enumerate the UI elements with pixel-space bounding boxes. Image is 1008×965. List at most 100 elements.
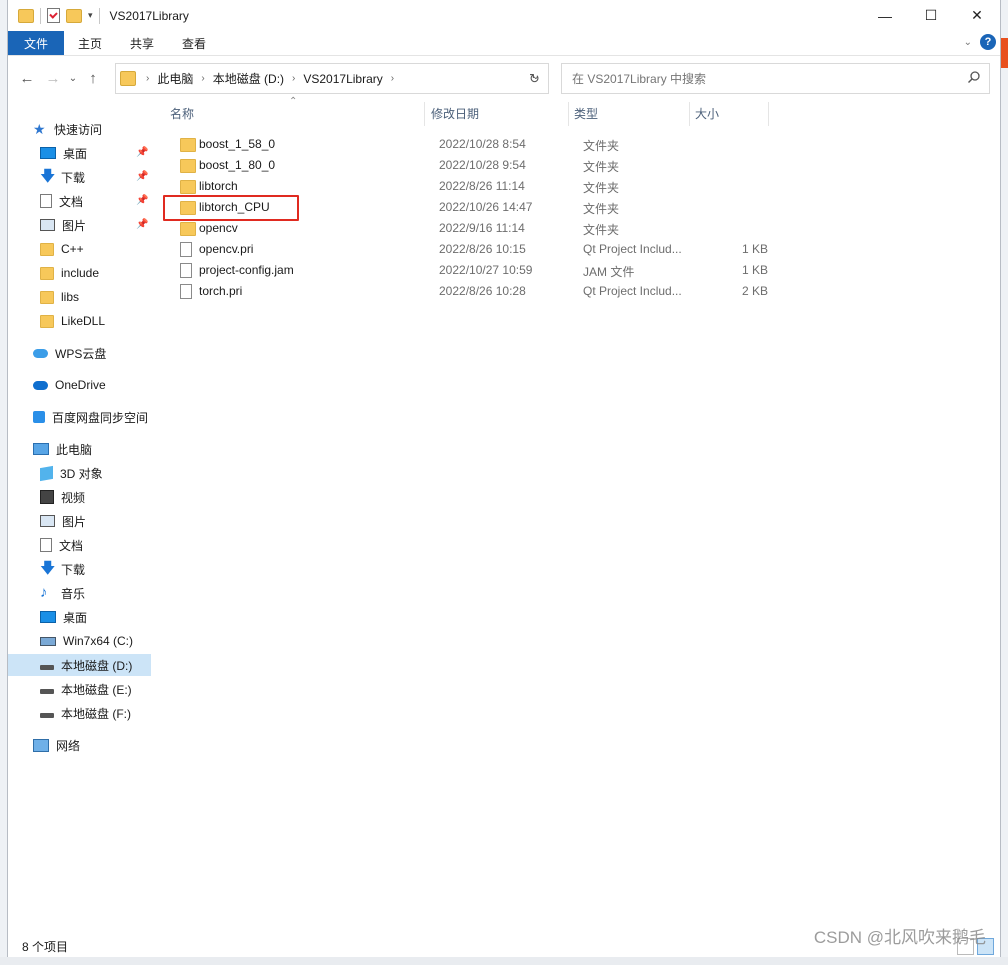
pin-icon[interactable]: 📌 [136, 195, 148, 206]
folder-icon [18, 8, 34, 23]
search-box[interactable] [561, 63, 990, 94]
pin-icon[interactable]: 📌 [136, 171, 148, 182]
close-button[interactable]: ✕ [954, 0, 1000, 31]
sidebar-item-documents[interactable]: 文档 [40, 190, 83, 212]
file-name: project-config.jam [199, 263, 294, 277]
sidebar-item-3d-objects[interactable]: 3D 对象 [40, 462, 103, 484]
file-modified: 2022/10/28 8:54 [439, 137, 526, 151]
sidebar-item-videos[interactable]: 视频 [40, 486, 85, 508]
tab-home[interactable]: 主页 [64, 31, 116, 55]
chevron-right-icon[interactable]: › [292, 73, 295, 84]
sidebar-item-pictures-pc[interactable]: 图片 [40, 510, 86, 532]
refresh-icon[interactable]: ↻ [521, 63, 549, 94]
sidebar-item-drive-e[interactable]: 本地磁盘 (E:) [40, 678, 132, 700]
table-row[interactable]: boost_1_80_0 2022/10/28 9:54 文件夹 [158, 155, 1000, 176]
sidebar-item-drive-c[interactable]: Win7x64 (C:) [40, 630, 133, 652]
sidebar-item-label: OneDrive [55, 378, 106, 392]
folder-icon [40, 314, 54, 328]
breadcrumb-this-pc[interactable]: 此电脑 [157, 70, 193, 87]
help-icon[interactable]: ? [980, 34, 996, 50]
sidebar-item-network[interactable]: 网络 [33, 734, 80, 756]
sidebar-item-label: 3D 对象 [60, 466, 103, 481]
chevron-right-icon[interactable]: › [391, 73, 394, 84]
file-type: Qt Project Includ... [583, 242, 682, 256]
table-row[interactable]: boost_1_58_0 2022/10/28 8:54 文件夹 [158, 134, 1000, 155]
customize-dropdown-icon[interactable]: ▾ [88, 10, 93, 21]
sidebar-item-label: 本地磁盘 (D:) [61, 658, 133, 673]
column-header-modified[interactable]: 修改日期 [431, 100, 571, 126]
chevron-right-icon[interactable]: › [201, 73, 204, 84]
explorer-window: ▾ VS2017Library — ☐ ✕ 文件 主页 共享 查看 ⌄ ? ← … [8, 0, 1000, 957]
breadcrumb-vs2017library[interactable]: VS2017Library [303, 72, 382, 86]
pin-icon[interactable]: 📌 [136, 219, 148, 230]
folder-icon [180, 138, 196, 152]
sidebar-item-cpp[interactable]: C++ [40, 238, 84, 260]
onedrive-icon [33, 380, 48, 390]
new-folder-icon[interactable] [66, 8, 82, 23]
sidebar-item-downloads[interactable]: 🡇 下载 [40, 166, 85, 188]
3d-objects-icon [40, 465, 53, 481]
minimize-button[interactable]: — [862, 0, 908, 31]
column-header-type[interactable]: 类型 [574, 100, 684, 126]
table-row[interactable]: opencv 2022/9/16 11:14 文件夹 [158, 218, 1000, 239]
folder-icon [40, 266, 54, 280]
recent-dropdown-icon[interactable]: ⌄ [66, 73, 80, 84]
column-header-name[interactable]: 名称 [170, 100, 420, 126]
file-name: opencv.pri [199, 242, 254, 256]
column-divider[interactable] [689, 102, 690, 126]
sidebar-item-label: 视频 [61, 490, 86, 505]
back-arrow-icon[interactable]: ← [14, 70, 40, 87]
sidebar-item-downloads-pc[interactable]: 🡇 下载 [40, 558, 85, 580]
sidebar-item-label: 百度网盘同步空间 [52, 410, 149, 425]
sidebar-item-libs[interactable]: libs [40, 286, 79, 308]
sidebar-item-likedll[interactable]: LikeDLL [40, 310, 105, 332]
column-divider[interactable] [768, 102, 769, 126]
column-divider[interactable] [424, 102, 425, 126]
maximize-button[interactable]: ☐ [908, 0, 954, 31]
sidebar-item-wps[interactable]: WPS云盘 [33, 342, 106, 364]
sidebar-item-label: 下载 [61, 562, 86, 577]
table-row[interactable]: torch.pri 2022/8/26 10:28 Qt Project Inc… [158, 281, 1000, 302]
expand-ribbon-icon[interactable]: ⌄ [964, 37, 972, 48]
search-icon[interactable] [967, 70, 981, 84]
sidebar-item-desktop-pc[interactable]: 桌面 [40, 606, 87, 628]
sidebar-item-this-pc[interactable]: 此电脑 [33, 438, 92, 460]
sidebar-item-label: 文档 [59, 194, 84, 209]
table-row[interactable]: project-config.jam 2022/10/27 10:59 JAM … [158, 260, 1000, 281]
sidebar-item-baidu[interactable]: 百度网盘同步空间 [33, 406, 148, 428]
tab-file[interactable]: 文件 [8, 31, 64, 55]
file-name: libtorch [199, 179, 238, 193]
desktop-icon [40, 611, 56, 623]
breadcrumb-drive-d[interactable]: 本地磁盘 (D:) [213, 70, 284, 87]
address-bar[interactable]: › 此电脑 › 本地磁盘 (D:) › VS2017Library › ⌄ [115, 63, 549, 94]
sidebar-item-onedrive[interactable]: OneDrive [33, 374, 106, 396]
tab-view[interactable]: 查看 [168, 31, 220, 55]
chevron-right-icon[interactable]: › [146, 73, 149, 84]
sidebar-item-drive-f[interactable]: 本地磁盘 (F:) [40, 702, 131, 724]
pin-icon[interactable]: 📌 [136, 147, 148, 158]
properties-icon[interactable] [47, 8, 60, 23]
sidebar-item-drive-d[interactable]: 本地磁盘 (D:) [8, 654, 151, 676]
table-row[interactable]: libtorch 2022/8/26 11:14 文件夹 [158, 176, 1000, 197]
forward-arrow-icon[interactable]: → [40, 70, 66, 87]
sidebar-item-quick-access[interactable]: ★ 快速访问 [33, 118, 102, 140]
tab-share[interactable]: 共享 [116, 31, 168, 55]
ribbon-right-controls: ⌄ ? [964, 34, 996, 50]
column-divider[interactable] [568, 102, 569, 126]
file-type: 文件夹 [583, 223, 620, 237]
sidebar-item-label: 下载 [61, 170, 86, 185]
column-header-size[interactable]: 大小 [695, 100, 765, 126]
baidu-netdisk-icon [33, 411, 45, 423]
sidebar-item-desktop[interactable]: 桌面 [40, 142, 87, 164]
sidebar-item-music[interactable]: ♪ 音乐 [40, 582, 85, 604]
sidebar-item-label: 桌面 [63, 610, 88, 625]
sidebar-item-include[interactable]: include [40, 262, 99, 284]
background-right-edge [1000, 0, 1008, 957]
table-row[interactable]: opencv.pri 2022/8/26 10:15 Qt Project In… [158, 239, 1000, 260]
file-type: Qt Project Includ... [583, 284, 682, 298]
sidebar-item-pictures[interactable]: 图片 [40, 214, 86, 236]
drive-icon [40, 688, 54, 694]
search-input[interactable] [570, 70, 964, 87]
sidebar-item-documents-pc[interactable]: 文档 [40, 534, 83, 556]
up-arrow-icon[interactable]: ↑ [80, 70, 106, 87]
